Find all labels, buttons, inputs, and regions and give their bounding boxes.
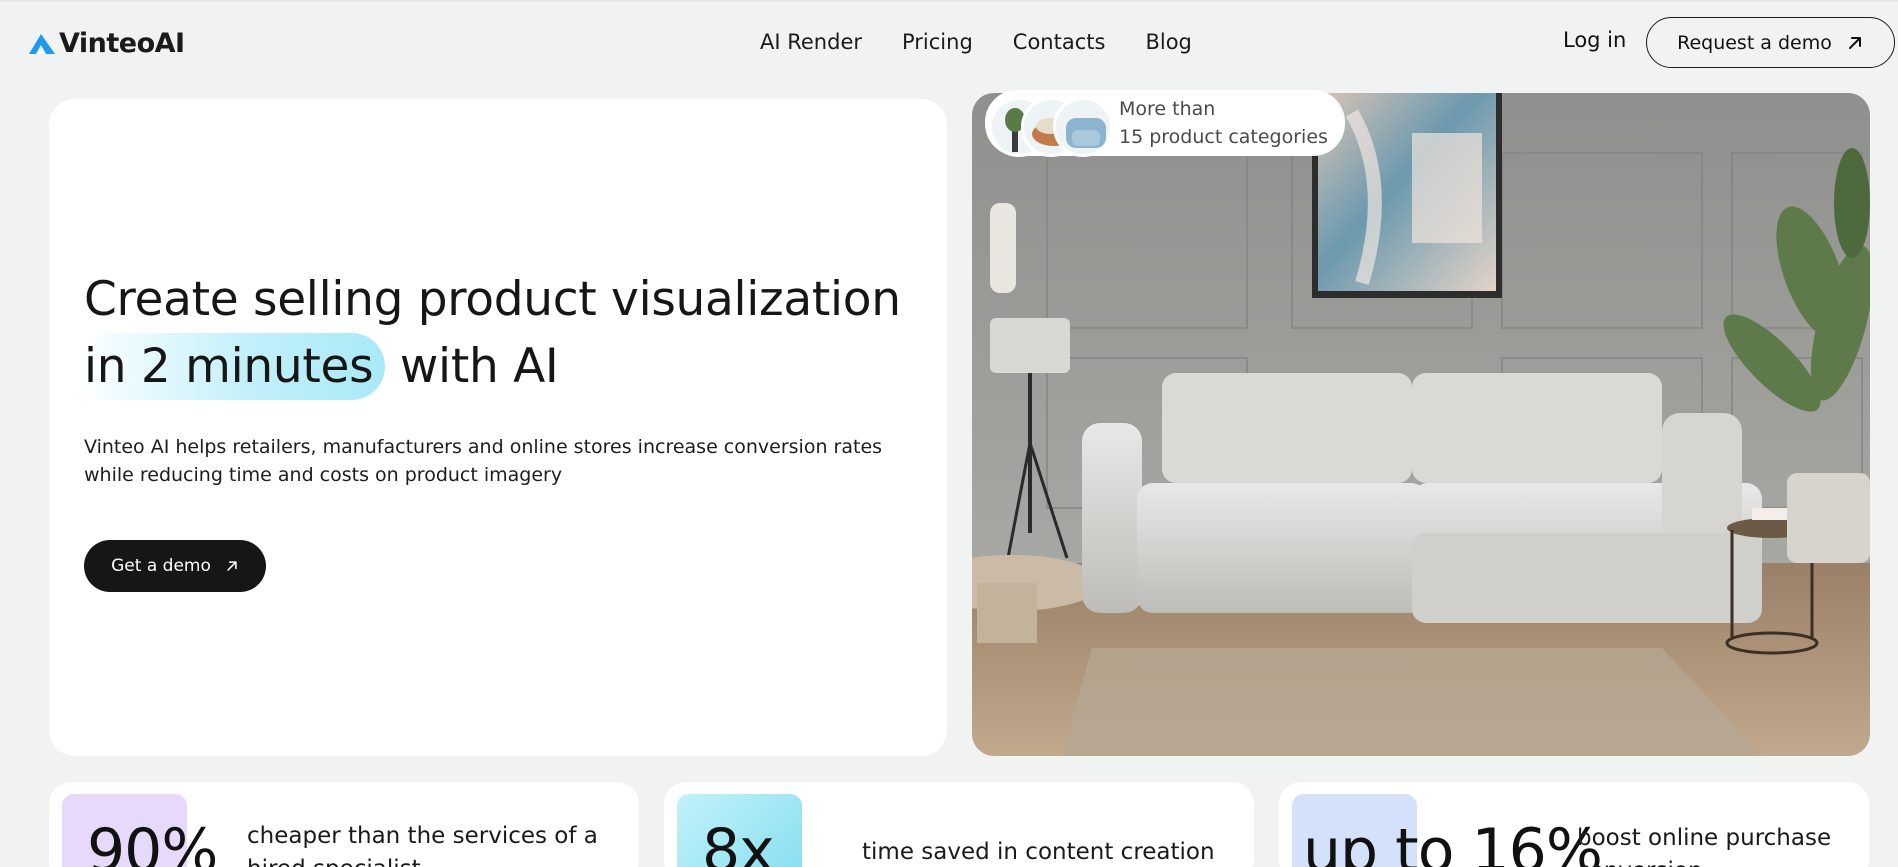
- badge-line1: More than: [1119, 98, 1216, 120]
- get-demo-label: Get a demo: [111, 556, 211, 576]
- badge-thumbnails: [989, 93, 1119, 157]
- stat-card-time: 8x time saved in content creation: [664, 782, 1254, 867]
- hero-title-line1: Create selling product visualization: [84, 272, 901, 327]
- hero-title-line2: with AI: [399, 339, 559, 394]
- stat-value: 90%: [87, 816, 218, 867]
- get-demo-button[interactable]: Get a demo: [84, 540, 266, 592]
- logo-icon: [29, 33, 55, 54]
- top-navigation: VinteoAI AI Render Pricing Contacts Blog…: [0, 0, 1898, 80]
- stat-text: cheaper than the services of a hired spe…: [247, 823, 598, 867]
- nav-link-blog[interactable]: Blog: [1145, 30, 1191, 54]
- badge-text: More than 15 product categories: [1119, 95, 1328, 151]
- hero-product-image: [972, 93, 1870, 756]
- hero-subtitle: Vinteo AI helps retailers, manufacturers…: [84, 436, 883, 486]
- arrow-up-right-icon: [1848, 36, 1861, 49]
- nav-link-pricing[interactable]: Pricing: [902, 30, 973, 54]
- nav-link-contacts[interactable]: Contacts: [1013, 30, 1106, 54]
- logo[interactable]: VinteoAI: [27, 28, 185, 59]
- hero-card: [49, 99, 947, 756]
- stat-card-conversion: up to 16% boost online purchase conversi…: [1279, 782, 1869, 867]
- login-link[interactable]: Log in: [1563, 28, 1626, 52]
- nav-links: AI Render Pricing Contacts Blog: [760, 30, 1192, 54]
- arrow-up-right-icon: [227, 561, 237, 571]
- stat-value: up to 16%: [1303, 816, 1603, 867]
- badge-line2: 15 product categories: [1119, 126, 1328, 148]
- stat-card-cost: 90% cheaper than the services of a hired…: [49, 782, 639, 867]
- hero-title-highlight: in 2 minutes: [78, 333, 386, 400]
- hero-title: Create selling product visualization in …: [78, 266, 944, 400]
- nav-link-ai-render[interactable]: AI Render: [760, 30, 862, 54]
- request-demo-button[interactable]: Request a demo: [1646, 17, 1895, 68]
- stat-text: boost online purchase conversion: [1577, 825, 1832, 867]
- stat-text: time saved in content creation: [862, 839, 1215, 865]
- logo-text: VinteoAI: [59, 28, 185, 59]
- stat-value: 8x: [702, 816, 775, 867]
- product-categories-badge: More than 15 product categories: [985, 90, 1345, 157]
- living-room-illustration: [972, 93, 1870, 756]
- armchair-thumbnail: [1053, 97, 1113, 157]
- request-demo-label: Request a demo: [1677, 31, 1832, 54]
